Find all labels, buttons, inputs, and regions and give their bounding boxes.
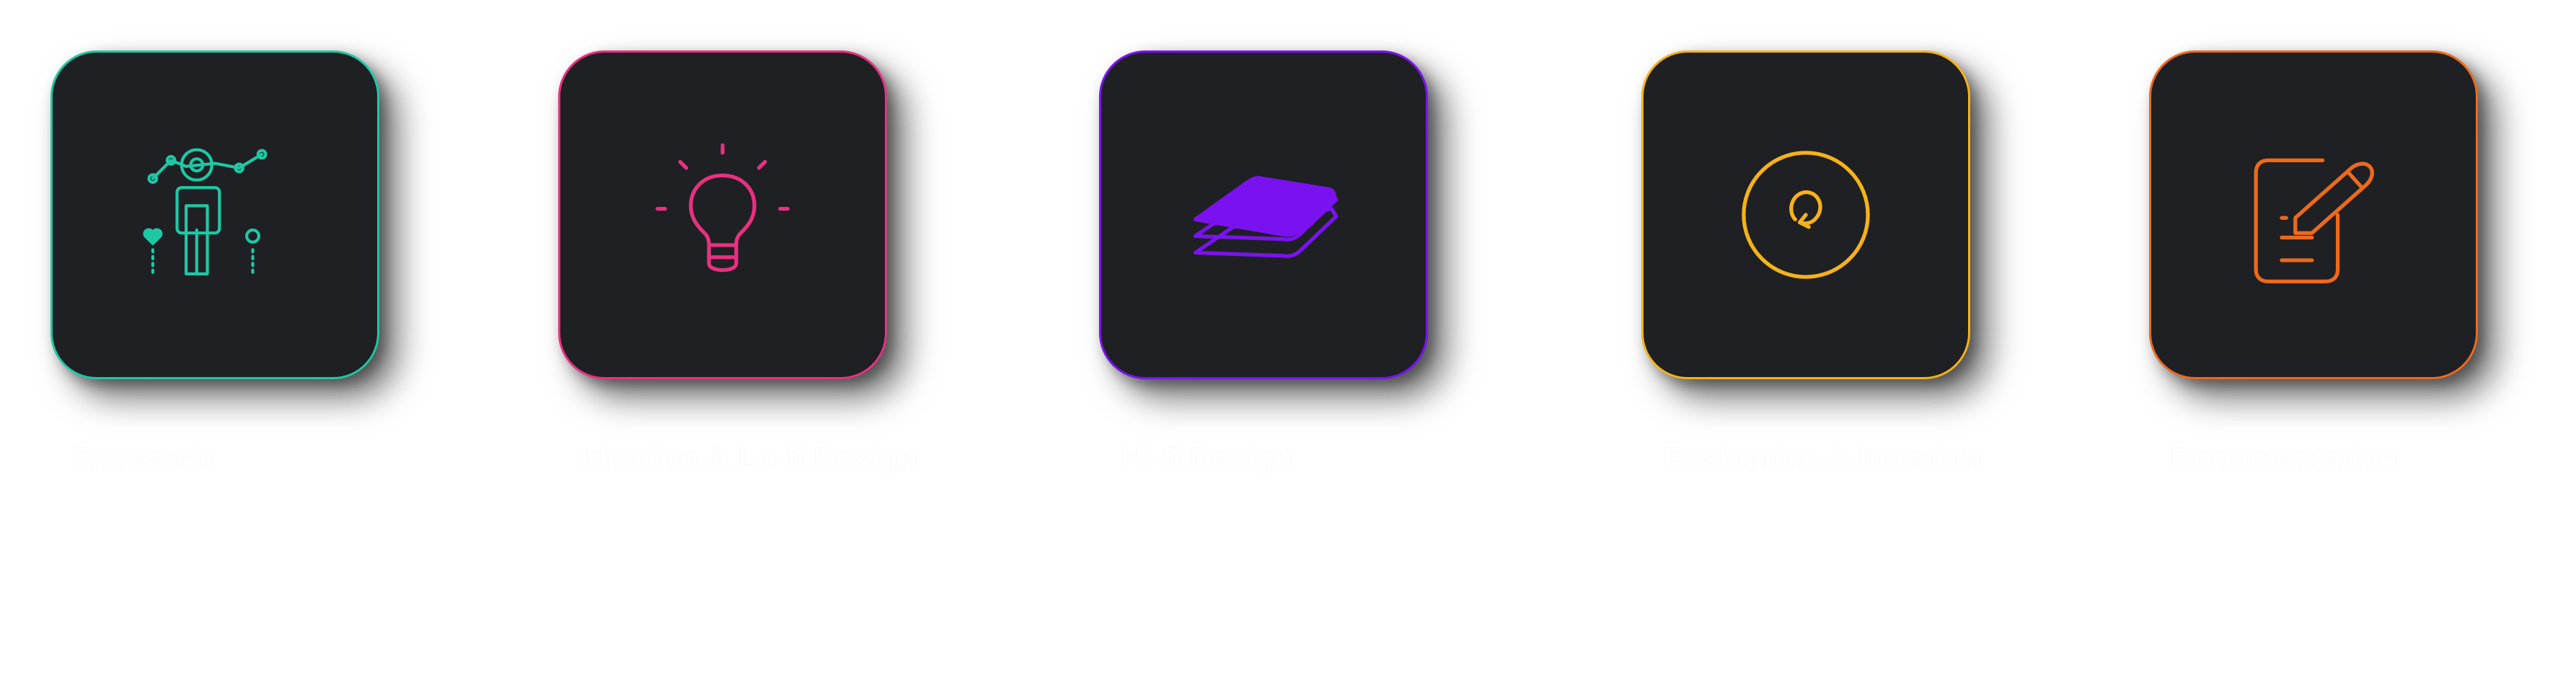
layers-icon [1193,176,1338,258]
hifi-design-card[interactable] [1099,50,1428,379]
step-label: Documentation [2171,441,2397,477]
documentation-card[interactable] [2149,50,2478,379]
step-ideation: Ideation & Lo-fi Design [558,50,917,477]
research-card[interactable] [50,50,379,379]
step-evaluation: Evaluation & Iteration [1641,50,1982,477]
step-label: Hi-fi Design [1121,441,1293,477]
step-hifi-design: Hi-fi Design [1099,50,1431,477]
evaluation-card[interactable] [1641,50,1970,379]
process-steps: Research Ideation & Lo-fi Design Hi-fi D… [0,0,2576,695]
ideation-card[interactable] [558,50,887,379]
step-documentation: Documentation [2149,50,2481,477]
step-research: Research [50,50,382,477]
step-label: Research [72,441,213,477]
research-icon [143,148,268,275]
document-edit-icon [2254,158,2374,284]
step-label: Ideation & Lo-fi Design [580,441,917,477]
step-label: Evaluation & Iteration [1663,441,1982,477]
lightbulb-icon [656,143,790,273]
iteration-icon [1742,151,1870,279]
